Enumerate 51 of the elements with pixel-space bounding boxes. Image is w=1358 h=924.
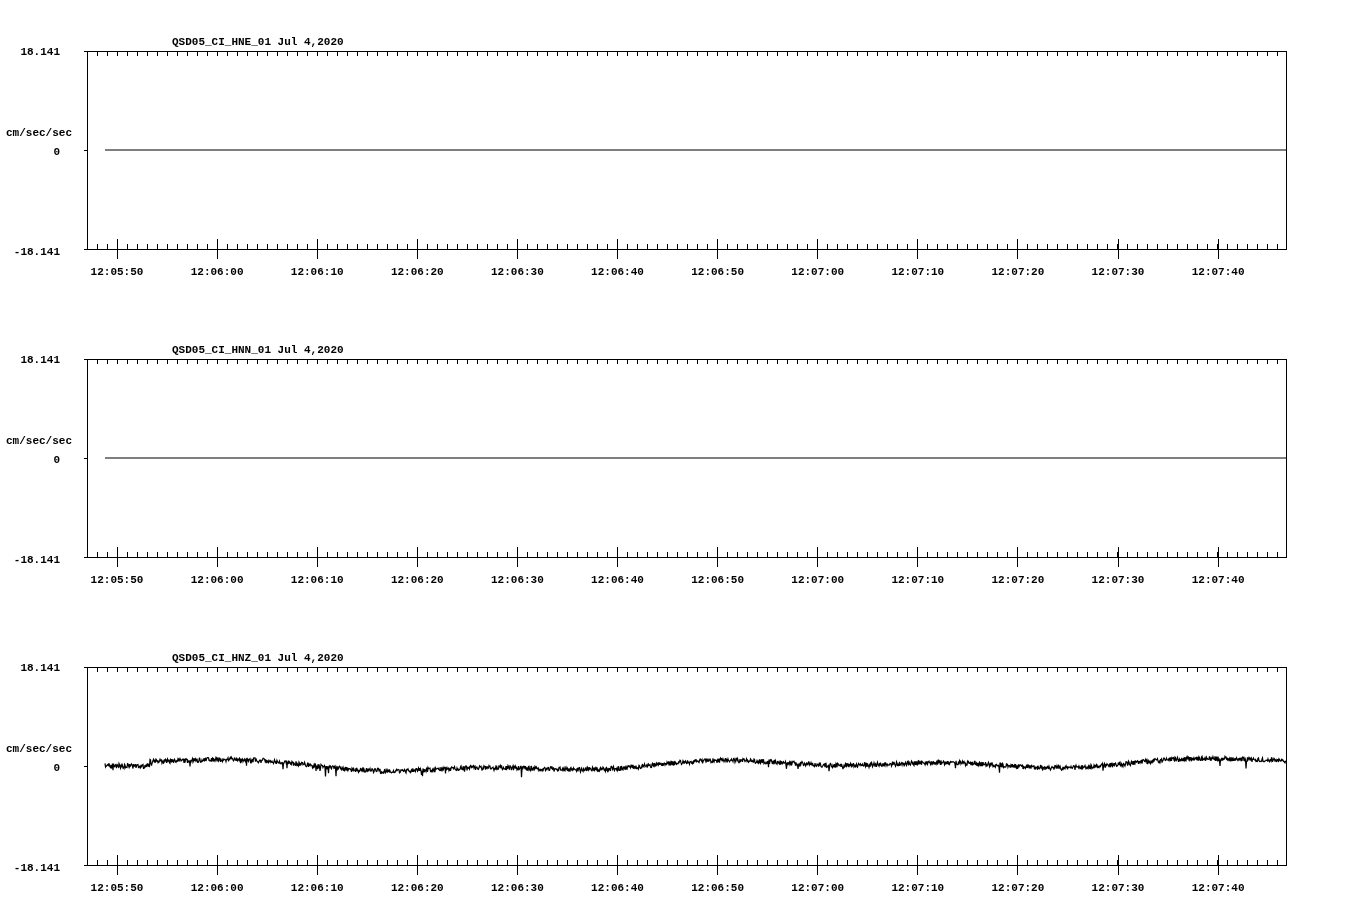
x-tick-label: 12:07:00 [791, 882, 845, 894]
x-tick-label: 12:06:50 [691, 882, 744, 894]
x-tick-label: 12:06:40 [591, 266, 644, 278]
x-tick-label: 12:05:50 [90, 266, 144, 278]
x-tick-label: 12:06:10 [290, 882, 344, 894]
x-tick-label: 12:06:50 [691, 266, 744, 278]
y-tick-label: -18.141 [13, 554, 60, 566]
x-tick-label: 12:06:50 [691, 574, 744, 586]
x-tick-label: 12:07:10 [891, 574, 945, 586]
x-tick-label: 12:07:40 [1191, 266, 1245, 278]
x-tick-label: 12:07:20 [991, 882, 1045, 894]
x-tick-label: 12:06:00 [190, 574, 244, 586]
x-tick-label: 12:07:00 [791, 574, 845, 586]
x-tick-label: 12:07:20 [991, 574, 1045, 586]
x-tick-label: 12:07:10 [891, 882, 945, 894]
y-tick-label: 18.141 [20, 46, 60, 58]
x-tick-label: 12:07:20 [991, 266, 1045, 278]
x-tick-label: 12:06:10 [290, 266, 344, 278]
x-tick-label: 12:06:30 [491, 266, 544, 278]
chart-title: QSD05_CI_HNN_01 Jul 4,2020 [172, 344, 344, 356]
x-tick-label: 12:06:20 [390, 882, 444, 894]
x-tick-label: 12:06:30 [491, 882, 544, 894]
y-axis-label: cm/sec/sec [6, 127, 72, 139]
x-tick-label: 12:06:30 [491, 574, 544, 586]
x-tick-label: 12:07:30 [1091, 266, 1145, 278]
x-tick-label: 12:05:50 [90, 882, 144, 894]
chart-title: QSD05_CI_HNZ_01 Jul 4,2020 [172, 652, 344, 664]
x-tick-label: 12:06:00 [190, 266, 244, 278]
x-tick-label: 12:06:10 [290, 574, 344, 586]
x-tick-label: 12:06:40 [591, 882, 644, 894]
y-tick-label: 18.141 [20, 662, 60, 674]
x-tick-label: 12:07:30 [1091, 882, 1145, 894]
x-tick-label: 12:06:00 [190, 882, 244, 894]
x-tick-label: 12:07:30 [1091, 574, 1145, 586]
y-tick-label: 18.141 [20, 354, 60, 366]
y-tick-label: -18.141 [13, 862, 60, 874]
x-tick-label: 12:07:40 [1191, 882, 1245, 894]
y-tick-label: 0 [53, 146, 60, 158]
y-tick-label: 0 [53, 762, 60, 774]
x-tick-label: 12:06:20 [390, 266, 444, 278]
x-tick-label: 12:06:40 [591, 574, 644, 586]
x-tick-label: 12:06:20 [390, 574, 444, 586]
y-axis-label: cm/sec/sec [6, 435, 72, 447]
chart-title: QSD05_CI_HNE_01 Jul 4,2020 [172, 36, 344, 48]
y-tick-label: -18.141 [13, 246, 60, 258]
x-tick-label: 12:07:00 [791, 266, 845, 278]
x-tick-label: 12:07:40 [1191, 574, 1245, 586]
x-tick-label: 12:05:50 [90, 574, 144, 586]
y-tick-label: 0 [53, 454, 60, 466]
x-tick-label: 12:07:10 [891, 266, 945, 278]
y-axis-label: cm/sec/sec [6, 743, 72, 755]
